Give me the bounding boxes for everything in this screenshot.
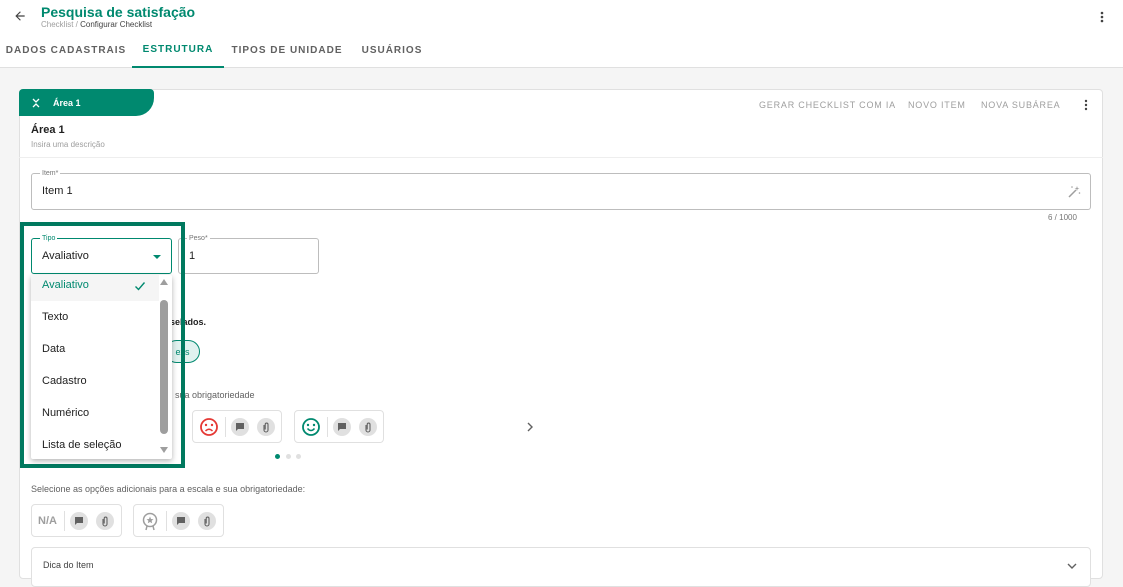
peso-field[interactable]: Peso* 1	[178, 234, 319, 274]
carousel-dot-1[interactable]	[275, 454, 280, 459]
divider	[19, 157, 1103, 158]
tab-estrutura[interactable]: ESTRUTURA	[132, 32, 224, 68]
comment-icon[interactable]	[172, 512, 190, 530]
peso-field-label: Peso*	[187, 234, 210, 243]
scale-option-happy	[294, 410, 384, 443]
scale-obrigatoriedade-text: sua obrigatoriedade	[175, 390, 255, 400]
separator	[64, 511, 65, 531]
sad-face-icon[interactable]	[199, 417, 219, 437]
item-field-label: Item*	[40, 169, 61, 178]
additional-option-na: N/A	[31, 504, 122, 537]
happy-face-icon[interactable]	[301, 417, 321, 437]
area-more-options-icon[interactable]	[1078, 97, 1094, 113]
top-bar: Pesquisa de satisfação Checklist / Confi…	[0, 0, 1123, 68]
separator	[166, 511, 167, 531]
attachment-icon[interactable]	[359, 418, 377, 436]
tab-tipos-de-unidade[interactable]: TIPOS DE UNIDADE	[224, 32, 350, 68]
scale-option-sad	[192, 410, 282, 443]
carousel-dot-3[interactable]	[296, 454, 301, 459]
new-item-button[interactable]: NOVO ITEM	[908, 100, 966, 110]
dropdown-scrollbar-thumb[interactable]	[160, 300, 168, 434]
tipo-option-cadastro[interactable]: Cadastro	[31, 365, 159, 397]
chevron-right-icon[interactable]	[524, 421, 536, 433]
more-options-icon[interactable]	[1092, 7, 1112, 27]
breadcrumb: Checklist / Configurar Checklist	[41, 20, 152, 29]
attachment-icon[interactable]	[198, 512, 216, 530]
area-name[interactable]: Área 1	[31, 124, 65, 136]
item-field[interactable]: Item* Item 1	[31, 169, 1091, 210]
item-field-value: Item 1	[42, 185, 73, 197]
additional-options-text: Selecione as opções adicionais para a es…	[31, 484, 306, 494]
breadcrumb-current: Configurar Checklist	[80, 20, 153, 29]
area-tab[interactable]: Área 1	[19, 89, 154, 116]
item-hint-label: Dica do Item	[43, 560, 94, 570]
tab-usuarios[interactable]: USUÁRIOS	[350, 32, 434, 68]
comment-icon[interactable]	[231, 418, 249, 436]
attachment-icon[interactable]	[257, 418, 275, 436]
comment-icon[interactable]	[70, 512, 88, 530]
separator	[327, 417, 328, 437]
check-icon	[135, 282, 146, 291]
scroll-down-arrow-icon[interactable]	[160, 447, 168, 453]
item-hint-panel[interactable]: Dica do Item	[31, 547, 1091, 587]
award-medal-icon[interactable]	[140, 511, 160, 531]
scroll-up-arrow-icon[interactable]	[160, 279, 168, 285]
new-subarea-button[interactable]: NOVA SUBÁREA	[981, 100, 1060, 110]
area-tab-label: Área 1	[53, 97, 81, 108]
generate-checklist-ai-button[interactable]: GERAR CHECKLIST COM IA	[759, 100, 896, 110]
item-char-counter: 6 / 1000	[1048, 213, 1077, 222]
tab-dados-cadastrais[interactable]: DADOS CADASTRAIS	[0, 32, 132, 68]
attachment-icon[interactable]	[96, 512, 114, 530]
comment-icon[interactable]	[333, 418, 351, 436]
magic-wand-icon[interactable]	[1067, 185, 1081, 199]
na-label[interactable]: N/A	[38, 515, 57, 527]
chevron-down-icon[interactable]	[1066, 560, 1078, 572]
tipo-option-numerico[interactable]: Numérico	[31, 397, 159, 429]
carousel-dot-2[interactable]	[286, 454, 291, 459]
additional-option-award	[133, 504, 224, 537]
tipo-dropdown-menu: Avaliativo Texto Data Cadastro Numérico …	[31, 275, 172, 459]
collapse-icon[interactable]	[31, 98, 41, 108]
tipo-option-lista-de-selecao[interactable]: Lista de seleção	[31, 429, 159, 459]
page-title: Pesquisa de satisfação	[41, 4, 196, 20]
breadcrumb-root[interactable]: Checklist	[41, 20, 73, 29]
separator	[225, 417, 226, 437]
area-description[interactable]: Insira uma descrição	[31, 140, 105, 149]
back-arrow-icon[interactable]	[10, 6, 30, 26]
tipo-option-data[interactable]: Data	[31, 333, 159, 365]
tipo-option-texto[interactable]: Texto	[31, 301, 159, 333]
peso-field-value: 1	[189, 250, 196, 262]
